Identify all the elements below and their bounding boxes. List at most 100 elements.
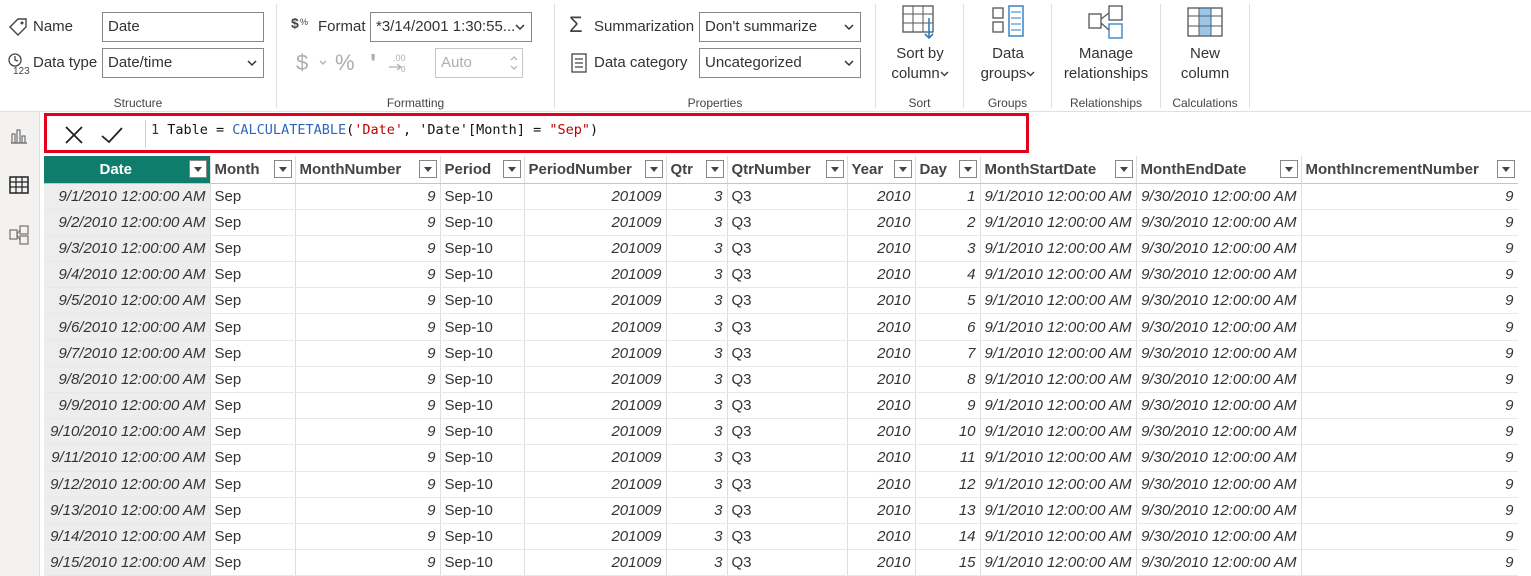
cell-monthenddate[interactable]: 9/30/2010 12:00:00 AM — [1136, 444, 1302, 472]
cell-year[interactable]: 2010 — [847, 287, 916, 315]
cell-period[interactable]: Sep-10 — [440, 287, 525, 315]
cell-date[interactable]: 9/13/2010 12:00:00 AM — [44, 497, 211, 524]
cell-monthstartdate[interactable]: 9/1/2010 12:00:00 AM — [980, 313, 1137, 341]
cell-monthenddate[interactable]: 9/30/2010 12:00:00 AM — [1136, 471, 1302, 498]
column-header-qtrnumber[interactable]: QtrNumber — [727, 156, 848, 184]
column-header-day[interactable]: Day — [915, 156, 981, 184]
cell-month[interactable]: Sep — [210, 261, 296, 289]
cell-monthstartdate[interactable]: 9/1/2010 12:00:00 AM — [980, 471, 1137, 498]
cell-qtrnumber[interactable]: Q3 — [727, 287, 848, 315]
cell-monthenddate[interactable]: 9/30/2010 12:00:00 AM — [1136, 287, 1302, 315]
cell-period[interactable]: Sep-10 — [440, 444, 525, 472]
cell-monthincrementnumber[interactable]: 9 — [1301, 261, 1519, 289]
cell-month[interactable]: Sep — [210, 366, 296, 394]
cell-monthnumber[interactable]: 9 — [295, 261, 441, 289]
cell-monthnumber[interactable]: 9 — [295, 209, 441, 236]
cell-periodnumber[interactable]: 201009 — [524, 366, 667, 394]
cell-periodnumber[interactable]: 201009 — [524, 392, 667, 420]
cell-date[interactable]: 9/3/2010 12:00:00 AM — [44, 235, 211, 263]
cell-date[interactable]: 9/15/2010 12:00:00 AM — [44, 549, 211, 576]
cell-month[interactable]: Sep — [210, 209, 296, 236]
cell-day[interactable]: 11 — [915, 444, 981, 472]
cell-month[interactable]: Sep — [210, 287, 296, 315]
cell-month[interactable]: Sep — [210, 235, 296, 263]
cell-period[interactable]: Sep-10 — [440, 366, 525, 394]
cell-qtrnumber[interactable]: Q3 — [727, 209, 848, 236]
cell-monthstartdate[interactable]: 9/1/2010 12:00:00 AM — [980, 497, 1137, 524]
cell-qtrnumber[interactable]: Q3 — [727, 261, 848, 289]
cell-day[interactable]: 9 — [915, 392, 981, 420]
cell-monthincrementnumber[interactable]: 9 — [1301, 523, 1519, 551]
column-header-monthenddate[interactable]: MonthEndDate — [1136, 156, 1302, 184]
format-select[interactable]: *3/14/2001 1:30:55... — [370, 12, 532, 42]
cell-monthstartdate[interactable]: 9/1/2010 12:00:00 AM — [980, 183, 1137, 210]
cell-monthincrementnumber[interactable]: 9 — [1301, 183, 1519, 210]
cell-periodnumber[interactable]: 201009 — [524, 313, 667, 341]
filter-dropdown-icon[interactable] — [188, 160, 207, 178]
cell-monthincrementnumber[interactable]: 9 — [1301, 209, 1519, 236]
cell-qtr[interactable]: 3 — [666, 340, 728, 367]
cell-qtr[interactable]: 3 — [666, 235, 728, 263]
cell-monthenddate[interactable]: 9/30/2010 12:00:00 AM — [1136, 549, 1302, 576]
cell-date[interactable]: 9/5/2010 12:00:00 AM — [44, 287, 211, 315]
cell-month[interactable]: Sep — [210, 418, 296, 446]
filter-dropdown-icon[interactable] — [644, 160, 663, 178]
filter-dropdown-icon[interactable] — [418, 160, 437, 178]
cell-date[interactable]: 9/8/2010 12:00:00 AM — [44, 366, 211, 394]
column-header-qtr[interactable]: Qtr — [666, 156, 728, 184]
filter-dropdown-icon[interactable] — [825, 160, 844, 178]
cell-month[interactable]: Sep — [210, 340, 296, 367]
cell-monthincrementnumber[interactable]: 9 — [1301, 418, 1519, 446]
cell-periodnumber[interactable]: 201009 — [524, 287, 667, 315]
cell-month[interactable]: Sep — [210, 313, 296, 341]
cell-qtrnumber[interactable]: Q3 — [727, 523, 848, 551]
cell-monthincrementnumber[interactable]: 9 — [1301, 313, 1519, 341]
cell-period[interactable]: Sep-10 — [440, 235, 525, 263]
cell-qtr[interactable]: 3 — [666, 497, 728, 524]
cell-qtr[interactable]: 3 — [666, 471, 728, 498]
cell-periodnumber[interactable]: 201009 — [524, 340, 667, 367]
cell-date[interactable]: 9/12/2010 12:00:00 AM — [44, 471, 211, 498]
cell-qtr[interactable]: 3 — [666, 444, 728, 472]
cell-qtrnumber[interactable]: Q3 — [727, 471, 848, 498]
cell-monthincrementnumber[interactable]: 9 — [1301, 471, 1519, 498]
cell-day[interactable]: 2 — [915, 209, 981, 236]
cell-period[interactable]: Sep-10 — [440, 313, 525, 341]
cell-monthnumber[interactable]: 9 — [295, 549, 441, 576]
cell-periodnumber[interactable]: 201009 — [524, 209, 667, 236]
cell-period[interactable]: Sep-10 — [440, 549, 525, 576]
cell-year[interactable]: 2010 — [847, 313, 916, 341]
cell-qtrnumber[interactable]: Q3 — [727, 444, 848, 472]
cell-date[interactable]: 9/1/2010 12:00:00 AM — [44, 183, 211, 210]
cell-year[interactable]: 2010 — [847, 340, 916, 367]
cell-monthenddate[interactable]: 9/30/2010 12:00:00 AM — [1136, 523, 1302, 551]
column-header-monthincrementnumber[interactable]: MonthIncrementNumber — [1301, 156, 1519, 184]
cell-qtr[interactable]: 3 — [666, 313, 728, 341]
cell-qtrnumber[interactable]: Q3 — [727, 340, 848, 367]
cell-date[interactable]: 9/14/2010 12:00:00 AM — [44, 523, 211, 551]
cell-monthnumber[interactable]: 9 — [295, 313, 441, 341]
cell-monthstartdate[interactable]: 9/1/2010 12:00:00 AM — [980, 418, 1137, 446]
cell-monthenddate[interactable]: 9/30/2010 12:00:00 AM — [1136, 366, 1302, 394]
cell-year[interactable]: 2010 — [847, 523, 916, 551]
vertical-scrollbar[interactable] — [1518, 156, 1531, 576]
cell-qtr[interactable]: 3 — [666, 366, 728, 394]
cell-month[interactable]: Sep — [210, 497, 296, 524]
cell-monthincrementnumber[interactable]: 9 — [1301, 340, 1519, 367]
column-header-periodnumber[interactable]: PeriodNumber — [524, 156, 667, 184]
cell-period[interactable]: Sep-10 — [440, 209, 525, 236]
comma-button[interactable]: ' — [370, 48, 376, 79]
sort-by-column-button[interactable]: Sort by column — [884, 4, 956, 92]
data-view-icon[interactable] — [8, 174, 30, 196]
cell-period[interactable]: Sep-10 — [440, 523, 525, 551]
cell-period[interactable]: Sep-10 — [440, 497, 525, 524]
cell-qtr[interactable]: 3 — [666, 261, 728, 289]
model-view-icon[interactable] — [8, 224, 30, 246]
cell-periodnumber[interactable]: 201009 — [524, 418, 667, 446]
cell-date[interactable]: 9/6/2010 12:00:00 AM — [44, 313, 211, 341]
cell-monthstartdate[interactable]: 9/1/2010 12:00:00 AM — [980, 287, 1137, 315]
cell-monthnumber[interactable]: 9 — [295, 183, 441, 210]
cell-date[interactable]: 9/9/2010 12:00:00 AM — [44, 392, 211, 420]
chevron-down-icon[interactable] — [318, 59, 328, 67]
cell-monthincrementnumber[interactable]: 9 — [1301, 392, 1519, 420]
